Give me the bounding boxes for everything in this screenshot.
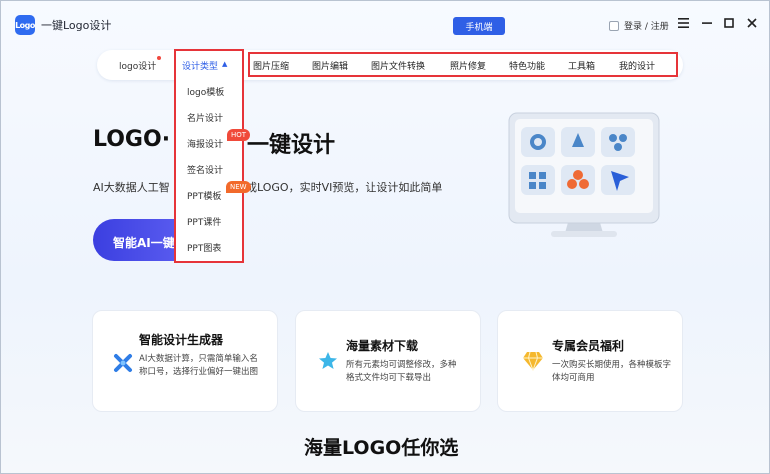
login-register-link[interactable]: 登录 / 注册 (609, 19, 669, 32)
notification-dot (157, 56, 161, 60)
nav-item-photo-repair[interactable]: 照片修复 (450, 59, 486, 72)
hero-title-prefix: LOGO· (93, 127, 171, 152)
diamond-icon (523, 351, 543, 371)
card-description: 一次购买长期使用，各种模板字体均可商用 (552, 360, 672, 383)
nav-item-image-convert[interactable]: 图片文件转换 (371, 59, 425, 72)
app-window: Logo 一键Logo设计 手机端 登录 / 注册 logo设计 设计类型 ▲ … (0, 0, 770, 474)
user-icon (609, 20, 619, 31)
nav-item-image-edit[interactable]: 图片编辑 (312, 59, 348, 72)
hero-subtitle-prefix: AI大数据人工智 (93, 181, 170, 194)
feature-card-member-benefits[interactable]: 专属会员福利 一次购买长期使用，各种模板字体均可商用 (497, 310, 683, 412)
feature-card-material-download[interactable]: 海量素材下载 所有元素均可调整修改，多种格式文件均可下载导出 (295, 310, 481, 412)
dropdown-item-ppt-chart[interactable]: PPT图表 (187, 241, 221, 254)
menu-icon[interactable] (675, 15, 691, 31)
design-type-dropdown: logo模板 名片设计 海报设计 HOT 签名设计 PPT模板 NEW PPT课… (174, 77, 251, 263)
card-title: 海量素材下载 (346, 339, 419, 353)
x-sparkle-icon (114, 354, 132, 372)
nav-item-design-type[interactable]: 设计类型 (182, 59, 218, 72)
nav-item-logo-design[interactable]: logo设计 (119, 59, 156, 72)
dropdown-item-business-card[interactable]: 名片设计 (187, 111, 223, 124)
hero-title-suffix: 一键设计 (247, 133, 336, 158)
nav-item-toolbox[interactable]: 工具箱 (568, 59, 595, 72)
nav-item-image-compress[interactable]: 图片压缩 (253, 59, 289, 72)
star-icon (319, 352, 337, 369)
ai-generate-button-label: 智能AI一键 (113, 236, 175, 250)
title-bar: Logo 一键Logo设计 手机端 登录 / 注册 (1, 1, 769, 45)
dropdown-item-poster[interactable]: 海报设计 (187, 137, 223, 150)
monitor-illustration (508, 112, 660, 237)
section-title: 海量LOGO任你选 (304, 437, 459, 459)
hot-badge: HOT (227, 129, 251, 141)
dropdown-item-ppt-courseware[interactable]: PPT课件 (187, 215, 221, 228)
hero-subtitle-suffix: 成LOGO，实时VI预览，让设计如此简单 (246, 181, 443, 194)
nav-item-features[interactable]: 特色功能 (509, 59, 545, 72)
card-title: 智能设计生成器 (139, 333, 224, 347)
dropdown-item-ppt-template[interactable]: PPT模板 (187, 189, 221, 202)
minimize-icon[interactable] (699, 15, 715, 31)
close-icon[interactable] (744, 15, 760, 31)
caret-up-icon: ▲ (222, 60, 228, 68)
login-register-label: 登录 / 注册 (624, 22, 669, 32)
app-title: 一键Logo设计 (41, 19, 112, 32)
dropdown-item-logo-template[interactable]: logo模板 (187, 85, 224, 98)
card-title: 专属会员福利 (552, 339, 625, 353)
nav-item-my-designs[interactable]: 我的设计 (619, 59, 655, 72)
maximize-icon[interactable] (721, 15, 737, 31)
feature-card-smart-generator[interactable]: 智能设计生成器 AI大数据计算，只需简单输入名称口号，选择行业偏好一键出图 (92, 310, 278, 412)
new-badge: NEW (226, 181, 251, 193)
card-description: AI大数据计算，只需简单输入名称口号，选择行业偏好一键出图 (139, 354, 259, 377)
mobile-button[interactable]: 手机端 (453, 17, 505, 35)
dropdown-item-signature[interactable]: 签名设计 (187, 163, 223, 176)
card-description: 所有元素均可调整修改，多种格式文件均可下载导出 (346, 360, 457, 383)
app-logo-icon: Logo (15, 15, 35, 35)
